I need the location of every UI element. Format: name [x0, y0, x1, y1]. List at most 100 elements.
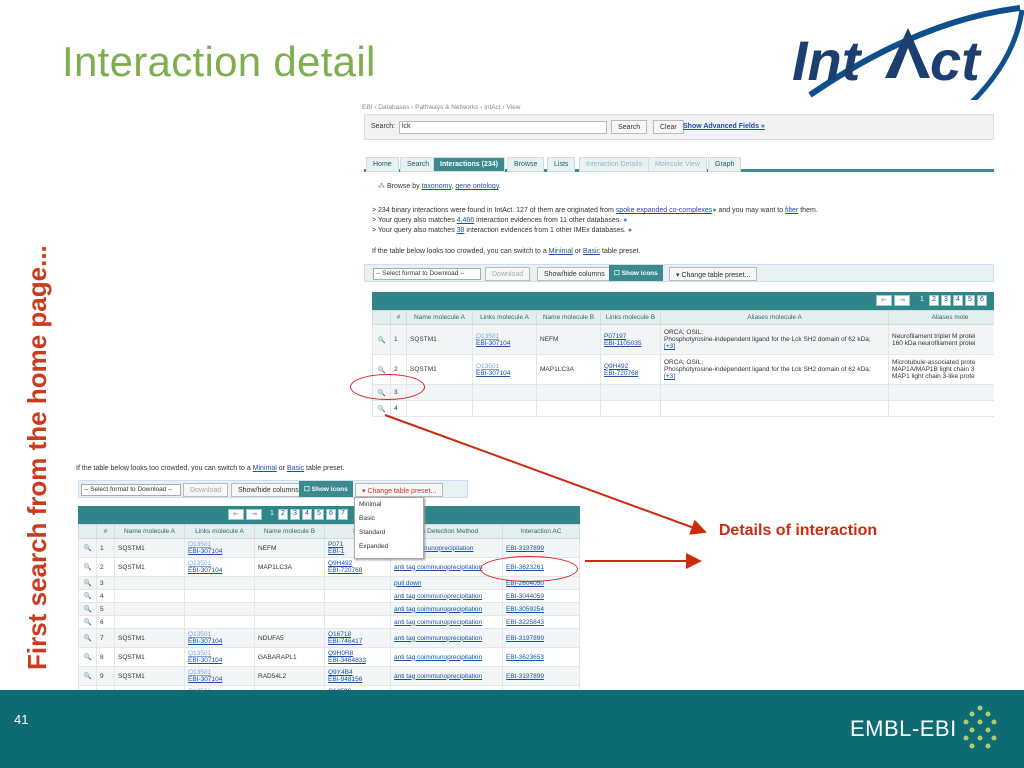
uniprot-link[interactable]: P071	[328, 541, 343, 548]
col-links-a[interactable]: Links molecule A	[184, 524, 255, 539]
prev-page-icon[interactable]: ⇥	[894, 295, 910, 306]
tab-interaction-details[interactable]: Interaction Details	[579, 157, 650, 172]
ebi-link[interactable]: EBI-746417	[328, 638, 362, 645]
col-name-b[interactable]: Name molecule B	[536, 310, 601, 325]
col-links-b[interactable]: Links molecule B	[600, 310, 661, 325]
magnifier-icon[interactable]: 🔍	[78, 602, 97, 616]
uniprot-link[interactable]: Q13501	[188, 650, 211, 657]
page-4[interactable]: 4	[953, 295, 963, 306]
tab-search[interactable]: Search	[400, 157, 437, 172]
magnifier-icon[interactable]: 🔍	[78, 538, 97, 558]
interaction-ac-link[interactable]: EBI-3197899	[506, 635, 544, 642]
ebi-link[interactable]: EBI-3464833	[328, 657, 366, 664]
taxonomy-link[interactable]: taxonomy	[422, 183, 452, 190]
magnifier-icon[interactable]: 🔍	[78, 628, 97, 648]
uniprot-link[interactable]: Q13501	[188, 541, 211, 548]
magnifier-icon[interactable]: 🔍	[78, 557, 97, 577]
interaction-ac-link[interactable]: EBI-3197899	[506, 673, 544, 680]
ebi-link[interactable]: EBI-307104	[476, 370, 510, 377]
magnifier-icon[interactable]: 🔍	[78, 589, 97, 603]
magnifier-icon[interactable]: 🔍	[78, 576, 97, 590]
change-preset-button[interactable]: ▾ Change table preset...	[669, 267, 758, 281]
detection-method-link[interactable]: anti tag coimmunoprecipitation	[394, 593, 482, 600]
uniprot-link[interactable]: Q13501	[188, 669, 211, 676]
detection-method-link[interactable]: anti tag coimmunoprecipitation	[394, 619, 482, 626]
page-6[interactable]: 6	[977, 295, 987, 306]
clear-button[interactable]: Clear	[653, 120, 684, 134]
uniprot-link[interactable]: Q9Y4B4	[328, 669, 353, 676]
page-5[interactable]: 5	[314, 509, 324, 520]
help-icon[interactable]: ●	[712, 207, 716, 214]
interaction-ac-link[interactable]: EBI-3059254	[506, 606, 544, 613]
minimal-link[interactable]: Minimal	[253, 465, 277, 472]
ebi-link[interactable]: EBI-720768	[328, 567, 362, 574]
detection-method-link[interactable]: anti tag coimmunoprecipitation	[394, 654, 482, 661]
format-select[interactable]: -- Select format to Download --	[373, 268, 481, 280]
ebi-link[interactable]: EBI-720768	[604, 370, 638, 377]
change-preset-button[interactable]: ▾ Change table preset...	[355, 483, 444, 497]
col-number[interactable]: #	[96, 524, 115, 539]
uniprot-link[interactable]: Q13501	[188, 560, 211, 567]
tab-lists[interactable]: Lists	[547, 157, 576, 172]
uniprot-link[interactable]: Q16718	[328, 631, 351, 638]
uniprot-link[interactable]: P07197	[604, 333, 626, 340]
page-5[interactable]: 5	[965, 295, 975, 306]
interaction-ac-link[interactable]: EBI-3225843	[506, 619, 544, 626]
col-name-b[interactable]: Name molecule B	[254, 524, 325, 539]
preset-expanded[interactable]: Expanded	[355, 540, 423, 554]
ebi-link[interactable]: EBI-307104	[188, 676, 222, 683]
spoke-expanded-link[interactable]: spoke expanded co-complexes	[616, 207, 713, 214]
preset-basic[interactable]: Basic	[355, 512, 423, 526]
interaction-ac-link[interactable]: EBI-3197899	[506, 545, 544, 552]
magnifier-icon[interactable]: 🔍	[78, 647, 97, 667]
page-3[interactable]: 3	[941, 295, 951, 306]
download-button[interactable]: Download	[183, 483, 229, 497]
page-7[interactable]: 7	[338, 509, 348, 520]
first-page-icon[interactable]: ⇤	[876, 295, 892, 306]
page-2[interactable]: 2	[278, 509, 288, 520]
uniprot-link[interactable]: Q9H492	[604, 363, 628, 370]
ebi-link[interactable]: EBI-307104	[188, 638, 222, 645]
download-button[interactable]: Download	[485, 267, 531, 281]
show-icons-toggle[interactable]: ☐ Show icons	[299, 481, 353, 497]
other-db-count-link[interactable]: 4,466	[457, 217, 475, 224]
detection-method-link[interactable]: anti tag coimmunoprecipitation	[394, 635, 482, 642]
tab-molecule-view[interactable]: Molecule View	[648, 157, 708, 172]
detection-method-link[interactable]: anti tag coimmunoprecipitation	[394, 673, 482, 680]
detection-method-link[interactable]: pull down	[394, 580, 421, 587]
page-3[interactable]: 3	[290, 509, 300, 520]
help-icon[interactable]: ●	[623, 217, 627, 224]
tab-browse[interactable]: Browse	[507, 157, 545, 172]
interaction-ac-link[interactable]: EBI-3044059	[506, 593, 544, 600]
gene-ontology-link[interactable]: gene ontology	[455, 183, 498, 190]
page-4[interactable]: 4	[302, 509, 312, 520]
ebi-link[interactable]: EBI-307104	[188, 567, 222, 574]
show-hide-columns-button[interactable]: Show/hide columns	[537, 267, 612, 281]
help-icon[interactable]: ●	[628, 227, 632, 234]
search-input[interactable]: lck	[399, 121, 607, 134]
show-hide-columns-button[interactable]: Show/hide columns	[231, 483, 306, 497]
magnifier-icon[interactable]: 🔍	[372, 400, 391, 417]
detection-method-link[interactable]: anti tag coimmunoprecipitation	[394, 564, 482, 571]
first-page-icon[interactable]: ⇤	[228, 509, 244, 520]
prev-page-icon[interactable]: ⇥	[246, 509, 262, 520]
imex-count-link[interactable]: 38	[457, 227, 465, 234]
preset-standard[interactable]: Standard	[355, 526, 423, 540]
advanced-fields-link[interactable]: Show Advanced Fields »	[683, 123, 765, 130]
preset-minimal[interactable]: Minimal	[355, 498, 423, 512]
page-2[interactable]: 2	[929, 295, 939, 306]
ebi-link[interactable]: EBI-307104	[188, 548, 222, 555]
tab-home[interactable]: Home	[366, 157, 399, 172]
col-interaction-ac[interactable]: Interaction AC	[502, 524, 580, 539]
col-name-a[interactable]: Name molecule A	[406, 310, 473, 325]
show-icons-toggle[interactable]: ☐ Show icons	[609, 265, 663, 281]
tab-graph[interactable]: Graph	[708, 157, 742, 172]
col-aliases-a[interactable]: Aliases molecule A	[660, 310, 889, 325]
col-aliases-b[interactable]: Aliases mole	[888, 310, 994, 325]
ebi-link[interactable]: EBI-307104	[476, 340, 510, 347]
uniprot-link[interactable]: Q9H0R8	[328, 650, 353, 657]
col-number[interactable]: #	[390, 310, 407, 325]
page-6[interactable]: 6	[326, 509, 336, 520]
ebi-link[interactable]: EBI-307104	[188, 657, 222, 664]
ebi-link[interactable]: EBI-948156	[328, 676, 362, 683]
